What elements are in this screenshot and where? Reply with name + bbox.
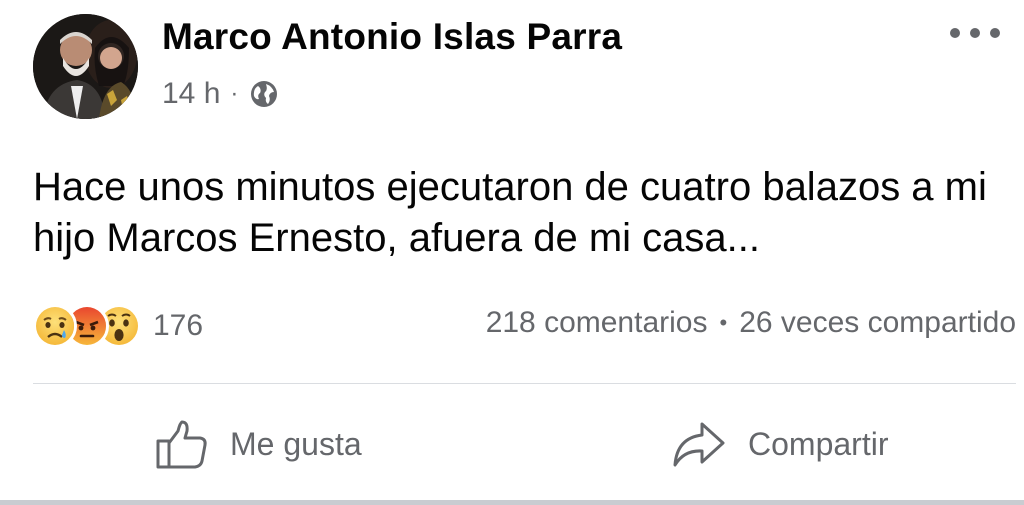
stats-separator: • — [719, 310, 728, 335]
post-time[interactable]: 14 h — [162, 77, 220, 111]
share-button[interactable]: Compartir — [672, 415, 888, 473]
post-text: Hace unos minutos ejecutaron de cuatro b… — [33, 165, 987, 260]
globe-icon — [251, 81, 278, 107]
reactions-summary[interactable]: 176 — [33, 303, 203, 349]
avatar-photo — [33, 14, 138, 119]
shares-count-link[interactable]: 26 veces compartido — [739, 306, 1016, 340]
reaction-count: 176 — [153, 309, 204, 342]
author-name[interactable]: Marco Antonio Islas Parra — [162, 16, 622, 58]
more-options-button[interactable] — [950, 22, 1000, 44]
divider — [33, 383, 1016, 384]
share-arrow-icon — [673, 422, 725, 467]
more-dot-icon — [950, 28, 960, 38]
more-dot-icon — [970, 28, 980, 38]
meta-separator: · — [230, 80, 239, 107]
thumbs-up-icon — [156, 420, 207, 469]
like-button[interactable]: Me gusta — [156, 415, 362, 473]
bottom-divider — [0, 500, 1024, 505]
post-stats: 218 comentarios • 26 veces compartido — [486, 306, 1016, 340]
author-avatar[interactable] — [33, 14, 138, 119]
share-label: Compartir — [748, 425, 889, 462]
like-label: Me gusta — [230, 425, 362, 462]
more-dot-icon — [990, 28, 1000, 38]
post-meta: 14 h · — [162, 76, 278, 112]
sad-emoji-icon — [33, 304, 77, 348]
comments-count-link[interactable]: 218 comentarios — [486, 306, 708, 340]
